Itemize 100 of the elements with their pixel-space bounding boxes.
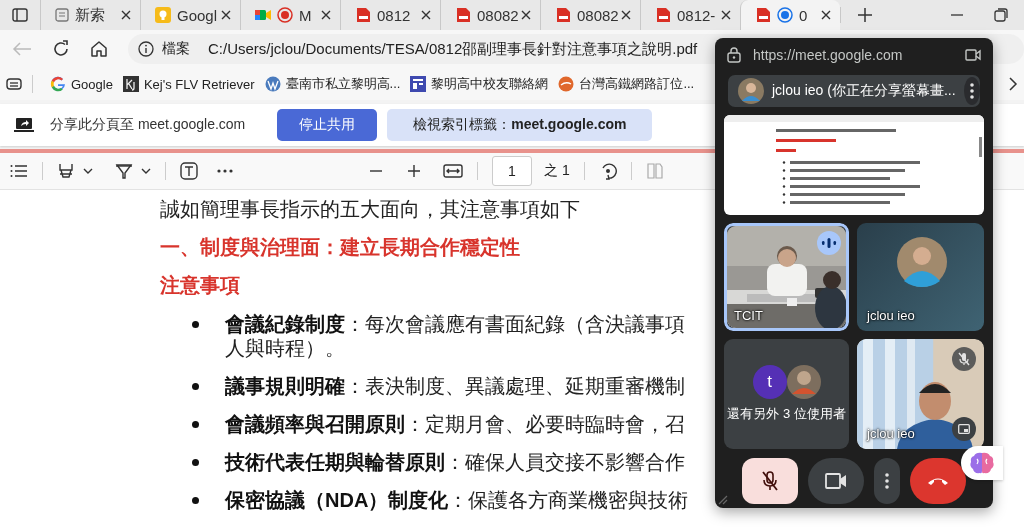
participant-name: TCIT bbox=[734, 308, 763, 323]
close-tab-button[interactable] bbox=[520, 9, 532, 21]
presenter-name: jclou ieo (你正在分享螢幕畫... bbox=[772, 82, 956, 100]
url-text: C:/Users/jclou/Documents/TESA/0812邵副理事長針對注意事項之說明.pdf bbox=[208, 39, 698, 59]
brain-button[interactable] bbox=[961, 446, 1003, 480]
new-tab-icon[interactable] bbox=[857, 7, 873, 23]
page-count: 之 1 bbox=[544, 162, 570, 180]
stop-sharing-button[interactable]: 停止共用 bbox=[277, 109, 378, 141]
chevron-down-icon[interactable] bbox=[141, 167, 151, 175]
close-tab-button[interactable] bbox=[320, 9, 332, 21]
highlighter-icon[interactable] bbox=[57, 162, 75, 180]
wordpress-icon bbox=[264, 76, 281, 92]
video-camera-icon bbox=[255, 8, 271, 22]
camera-button[interactable] bbox=[808, 458, 864, 504]
avatar bbox=[786, 365, 821, 399]
close-icon bbox=[820, 9, 832, 21]
close-tab-button[interactable] bbox=[620, 9, 632, 21]
pdf-icon bbox=[555, 7, 571, 23]
scheme-label: 檔案 bbox=[162, 40, 190, 58]
lock-icon bbox=[727, 47, 741, 63]
leave-call-button[interactable] bbox=[910, 458, 966, 504]
home-icon[interactable] bbox=[90, 40, 108, 58]
bullet-dot bbox=[192, 459, 199, 466]
video-camera-icon bbox=[965, 49, 981, 61]
participant-name: jclou ieo bbox=[867, 308, 915, 323]
more-vertical-icon bbox=[885, 473, 889, 489]
bookmark[interactable]: 臺南市私立黎明高... bbox=[259, 71, 406, 97]
paragraph-text: 誠如簡理事長指示的五大面向，其注意事項如下 bbox=[160, 197, 580, 222]
section-heading: 一、制度與治理面：建立長期合作穩定性 bbox=[160, 235, 520, 260]
close-tab-button[interactable] bbox=[420, 9, 432, 21]
bullet-dot bbox=[192, 321, 199, 328]
window-icon[interactable] bbox=[12, 8, 28, 22]
round-logo-icon bbox=[558, 76, 575, 92]
close-tab-button[interactable] bbox=[220, 9, 232, 21]
layout-icon bbox=[410, 76, 427, 92]
more-button[interactable] bbox=[963, 77, 980, 105]
close-icon bbox=[520, 9, 532, 21]
mic-off-icon bbox=[958, 352, 970, 366]
chevron-right-icon[interactable] bbox=[1008, 76, 1018, 92]
browser-tab[interactable]: 0 bbox=[740, 0, 840, 30]
bullet-text: 會議頻率與召開原則：定期月會、必要時臨時會，召 bbox=[225, 412, 685, 436]
bullet-dot bbox=[192, 497, 199, 504]
bookmark[interactable]: 台灣高鐵網路訂位... bbox=[553, 71, 700, 97]
bookmark[interactable]: Kej's FLV Retriever bbox=[117, 72, 260, 96]
close-tab-button[interactable] bbox=[820, 9, 832, 21]
pdf-icon bbox=[755, 7, 771, 23]
bullet-text: 保密協議（NDA）制度化：保護各方商業機密與技術 bbox=[225, 488, 689, 512]
video-camera-icon bbox=[825, 473, 847, 489]
bookmark[interactable]: Google bbox=[45, 72, 118, 96]
view-tab-button[interactable]: 檢視索引標籤：meet.google.com bbox=[387, 109, 653, 141]
zoom-in-icon[interactable] bbox=[407, 164, 421, 178]
expand-icon bbox=[958, 424, 970, 434]
pdf-icon bbox=[455, 7, 471, 23]
pdf-icon bbox=[355, 7, 371, 23]
reload-icon[interactable] bbox=[52, 40, 70, 58]
more-options-button[interactable] bbox=[874, 458, 900, 504]
google-icon bbox=[50, 76, 66, 92]
list-icon[interactable] bbox=[10, 164, 28, 178]
url-text: https://meet.google.com bbox=[753, 47, 903, 63]
bulb-icon bbox=[155, 7, 171, 23]
brain-icon bbox=[969, 451, 995, 475]
reading-list-icon[interactable] bbox=[6, 77, 22, 91]
bullet-dot bbox=[192, 421, 199, 428]
pdf-icon bbox=[655, 7, 671, 23]
chevron-down-icon[interactable] bbox=[83, 167, 93, 175]
bullet-text: 會議紀錄制度：每次會議應有書面紀錄（含決議事項 bbox=[225, 312, 685, 336]
pen-icon[interactable] bbox=[115, 162, 133, 180]
phone-hang-up-icon bbox=[927, 476, 949, 486]
screen-share-icon bbox=[14, 117, 34, 133]
bookmark[interactable]: 黎明高中校友聯絡網 bbox=[405, 71, 554, 97]
restore-icon[interactable] bbox=[994, 8, 1008, 22]
text-box-icon[interactable] bbox=[180, 162, 198, 180]
close-icon bbox=[420, 9, 432, 21]
page-icon bbox=[55, 8, 69, 22]
close-icon bbox=[320, 9, 332, 21]
share-message: 分享此分頁至 meet.google.com bbox=[50, 116, 246, 134]
sharing-icon bbox=[777, 7, 793, 23]
resize-grip-icon bbox=[718, 495, 728, 505]
close-icon bbox=[220, 9, 232, 21]
close-icon bbox=[620, 9, 632, 21]
more-icon[interactable] bbox=[216, 168, 234, 174]
microphone-button[interactable] bbox=[742, 458, 798, 504]
close-icon bbox=[120, 9, 132, 21]
dark-square-icon bbox=[122, 76, 139, 92]
recording-icon bbox=[277, 7, 293, 23]
info-icon bbox=[138, 41, 154, 57]
close-icon bbox=[720, 9, 732, 21]
avatar: t bbox=[752, 365, 787, 399]
avatar bbox=[897, 237, 947, 287]
fit-width-icon[interactable] bbox=[443, 163, 463, 179]
avatar bbox=[738, 78, 764, 104]
page-number-field[interactable]: 1 bbox=[492, 156, 532, 186]
bullet-text: 議事規則明確：表決制度、異議處理、延期重審機制 bbox=[225, 374, 685, 398]
others-label: 還有另外 3 位使用者 bbox=[727, 405, 846, 423]
mic-off-icon bbox=[762, 471, 778, 491]
close-tab-button[interactable] bbox=[120, 9, 132, 21]
subheading: 注意事項 bbox=[160, 273, 240, 298]
close-tab-button[interactable] bbox=[720, 9, 732, 21]
speaking-icon bbox=[821, 238, 837, 248]
bullet-text: 人與時程）。 bbox=[225, 336, 346, 360]
